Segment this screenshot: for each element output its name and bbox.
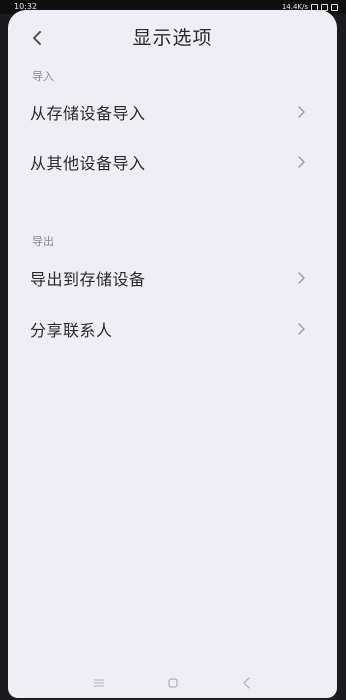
chevron-right-icon	[298, 323, 305, 335]
menu-item-import-from-other-device[interactable]: 从其他设备导入	[8, 140, 337, 184]
menu-item-label: 从其他设备导入	[30, 154, 146, 173]
navigation-bar	[8, 668, 337, 698]
display-options-screen: 显示选项 导入 从存储设备导入 从其他设备导入 导出 导出到存储设备 分享联系人	[8, 10, 337, 698]
menu-item-export-to-storage[interactable]: 导出到存储设备	[8, 256, 337, 300]
section-label-import: 导入	[32, 70, 54, 83]
header: 显示选项	[8, 10, 337, 60]
nav-back-button[interactable]	[240, 676, 254, 690]
menu-item-label: 从存储设备导入	[30, 104, 146, 123]
menu-item-label: 分享联系人	[30, 321, 113, 340]
menu-item-share-contacts[interactable]: 分享联系人	[8, 307, 337, 351]
nav-menu-button[interactable]	[92, 676, 106, 690]
menu-item-import-from-storage[interactable]: 从存储设备导入	[8, 90, 337, 134]
chevron-right-icon	[298, 156, 305, 168]
menu-icon	[93, 679, 104, 687]
page-title: 显示选项	[132, 27, 213, 49]
section-label-export: 导出	[32, 235, 54, 248]
chevron-right-icon	[298, 272, 305, 284]
chevron-right-icon	[298, 106, 305, 118]
home-square-icon	[167, 678, 178, 688]
menu-item-label: 导出到存储设备	[30, 270, 146, 289]
back-triangle-icon	[242, 677, 250, 689]
nav-home-button[interactable]	[166, 676, 180, 690]
